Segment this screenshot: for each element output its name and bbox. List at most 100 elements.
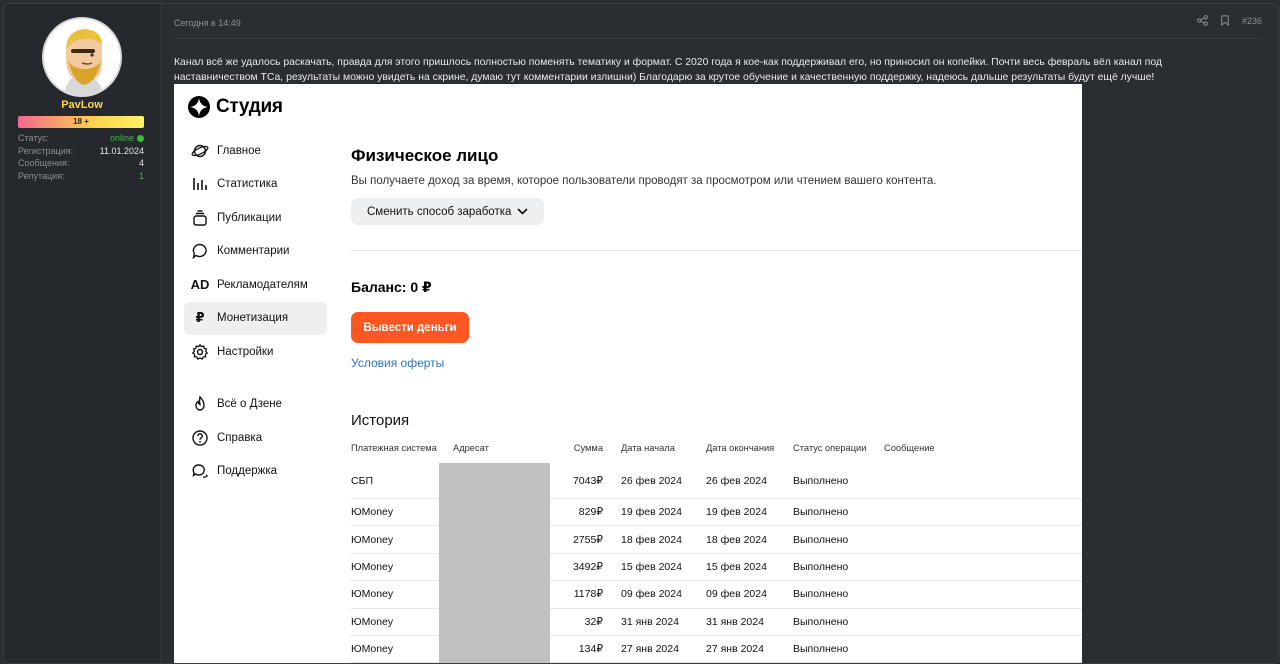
cell-start-date: 31 янв 2024 [621, 615, 679, 628]
history-title: История [351, 412, 410, 429]
cell-end-date: 19 фев 2024 [706, 506, 767, 519]
redacted-recipient-block [439, 463, 550, 663]
nav-item-main[interactable]: Главное [184, 134, 327, 168]
nav-item-comments[interactable]: Комментарии [184, 235, 327, 269]
stat-value: online [110, 132, 144, 145]
change-earning-method-button[interactable]: Сменить способ заработка [351, 198, 545, 225]
cell-status: Выполнено [793, 560, 849, 573]
zen-logo-icon [188, 96, 210, 118]
stat-label: Статус: [18, 133, 49, 143]
cell-payment-system: ЮMoney [351, 643, 394, 656]
bar-chart-icon [191, 175, 209, 193]
cell-start-date: 26 фев 2024 [621, 474, 682, 487]
bookmark-icon[interactable] [1220, 15, 1230, 26]
gear-icon [191, 343, 209, 361]
planet-icon [191, 142, 209, 160]
nav-item-statistics[interactable]: Статистика [184, 168, 327, 202]
cell-amount: 32₽ [584, 615, 603, 628]
nav-item-monetization[interactable]: ₽ Монетизация [184, 301, 327, 335]
nav-label: Рекламодателям [217, 278, 308, 291]
cell-end-date: 18 фев 2024 [706, 533, 767, 546]
nav-item-advertisers[interactable]: AD Рекламодателям [184, 268, 327, 302]
stat-registration: Регистрация: 11.01.2024 [18, 145, 144, 158]
nav-label: Всё о Дзене [217, 398, 283, 411]
nav-label: Поддержка [217, 465, 277, 478]
user-panel: PavLow 18 + Статус: online Регистрация: … [4, 4, 161, 663]
cell-end-date: 27 янв 2024 [706, 643, 764, 656]
post-message: Канал всё же удалось раскачать, правда д… [174, 57, 1162, 83]
cell-payment-system: ЮMoney [351, 533, 394, 546]
cell-amount: 3492₽ [572, 560, 603, 573]
help-icon [191, 429, 209, 447]
user-stats: Статус: online Регистрация: 11.01.2024 С… [18, 132, 144, 182]
nav-label: Справка [217, 431, 263, 444]
nav-label: Публикации [217, 211, 282, 224]
cell-end-date: 15 фев 2024 [706, 560, 767, 573]
stat-messages: Сообщения: 4 [18, 157, 144, 170]
nav-label: Комментарии [217, 245, 290, 258]
section-divider [351, 250, 1082, 251]
post-time[interactable]: Сегодня в 14:49 [174, 18, 241, 28]
cell-payment-system: СБП [351, 474, 374, 487]
age-badge: 18 + [18, 116, 144, 128]
online-dot-icon [137, 134, 144, 142]
cell-start-date: 15 фев 2024 [621, 560, 682, 573]
cell-status: Выполнено [793, 615, 849, 628]
stat-value: 4 [138, 158, 144, 168]
header-recipient: Адресат [453, 443, 489, 453]
forum-post: PavLow 18 + Статус: online Регистрация: … [3, 3, 1279, 664]
cell-end-date: 26 фев 2024 [706, 474, 767, 487]
cell-amount: 1178₽ [573, 588, 603, 601]
nav-label: Статистика [217, 178, 278, 191]
nav-item-settings[interactable]: Настройки [184, 335, 327, 369]
cell-amount: 2755₽ [572, 533, 603, 546]
stat-label: Регистрация: [18, 145, 74, 156]
header-amount: Сумма [573, 443, 603, 453]
share-icon[interactable] [1197, 15, 1208, 26]
withdraw-button[interactable]: Вывести деньги [351, 312, 469, 343]
stat-reputation: Репутация: 1 [18, 170, 144, 183]
cell-status: Выполнено [793, 533, 849, 546]
username[interactable]: PavLow [4, 99, 160, 111]
studio-nav: Главное Статистика Публикации Комментари… [184, 134, 327, 488]
cell-payment-system: ЮMoney [351, 588, 394, 601]
nav-label: Главное [217, 144, 261, 157]
header-message: Сообщение [884, 443, 935, 453]
stat-status: Статус: online [18, 132, 144, 145]
post-actions: #236 [1197, 15, 1262, 26]
nav-item-publications[interactable]: Публикации [184, 201, 327, 235]
post-number[interactable]: #236 [1242, 16, 1262, 26]
header-start-date: Дата начала [621, 443, 675, 453]
cell-start-date: 27 янв 2024 [621, 643, 679, 656]
cell-end-date: 09 фев 2024 [706, 588, 767, 601]
chevron-down-icon [517, 206, 528, 218]
cell-status: Выполнено [793, 474, 849, 487]
cell-status: Выполнено [793, 588, 849, 601]
cell-amount: 829₽ [578, 506, 603, 519]
nav-item-help[interactable]: Справка [184, 421, 327, 455]
cell-end-date: 31 янв 2024 [706, 615, 764, 628]
flame-icon [191, 395, 209, 413]
nav-item-support[interactable]: Поддержка [184, 455, 327, 489]
ruble-icon: ₽ [195, 310, 205, 326]
header-end-date: Дата окончания [706, 443, 775, 453]
ad-icon: AD [190, 277, 210, 293]
offer-terms-link[interactable]: Условия оферты [351, 356, 444, 370]
support-icon [191, 462, 209, 480]
avatar[interactable] [42, 17, 122, 97]
logo-text: Студия [216, 96, 283, 117]
balance: Баланс: 0 ₽ [351, 279, 432, 295]
page-subtitle: Вы получаете доход за время, которое пол… [351, 175, 937, 187]
cell-status: Выполнено [793, 643, 849, 656]
embedded-screenshot[interactable]: Студия Главное Статистика Публикации Ком… [174, 84, 1082, 663]
stat-label: Сообщения: [18, 158, 70, 168]
publications-icon [191, 209, 209, 227]
cell-start-date: 19 фев 2024 [621, 506, 682, 519]
header-divider [174, 38, 1262, 39]
comment-icon [191, 242, 209, 260]
cell-start-date: 18 фев 2024 [621, 533, 682, 546]
header-payment-system: Платежная система [351, 443, 437, 453]
nav-item-about-zen[interactable]: Всё о Дзене [184, 388, 327, 422]
cell-payment-system: ЮMoney [351, 506, 394, 519]
